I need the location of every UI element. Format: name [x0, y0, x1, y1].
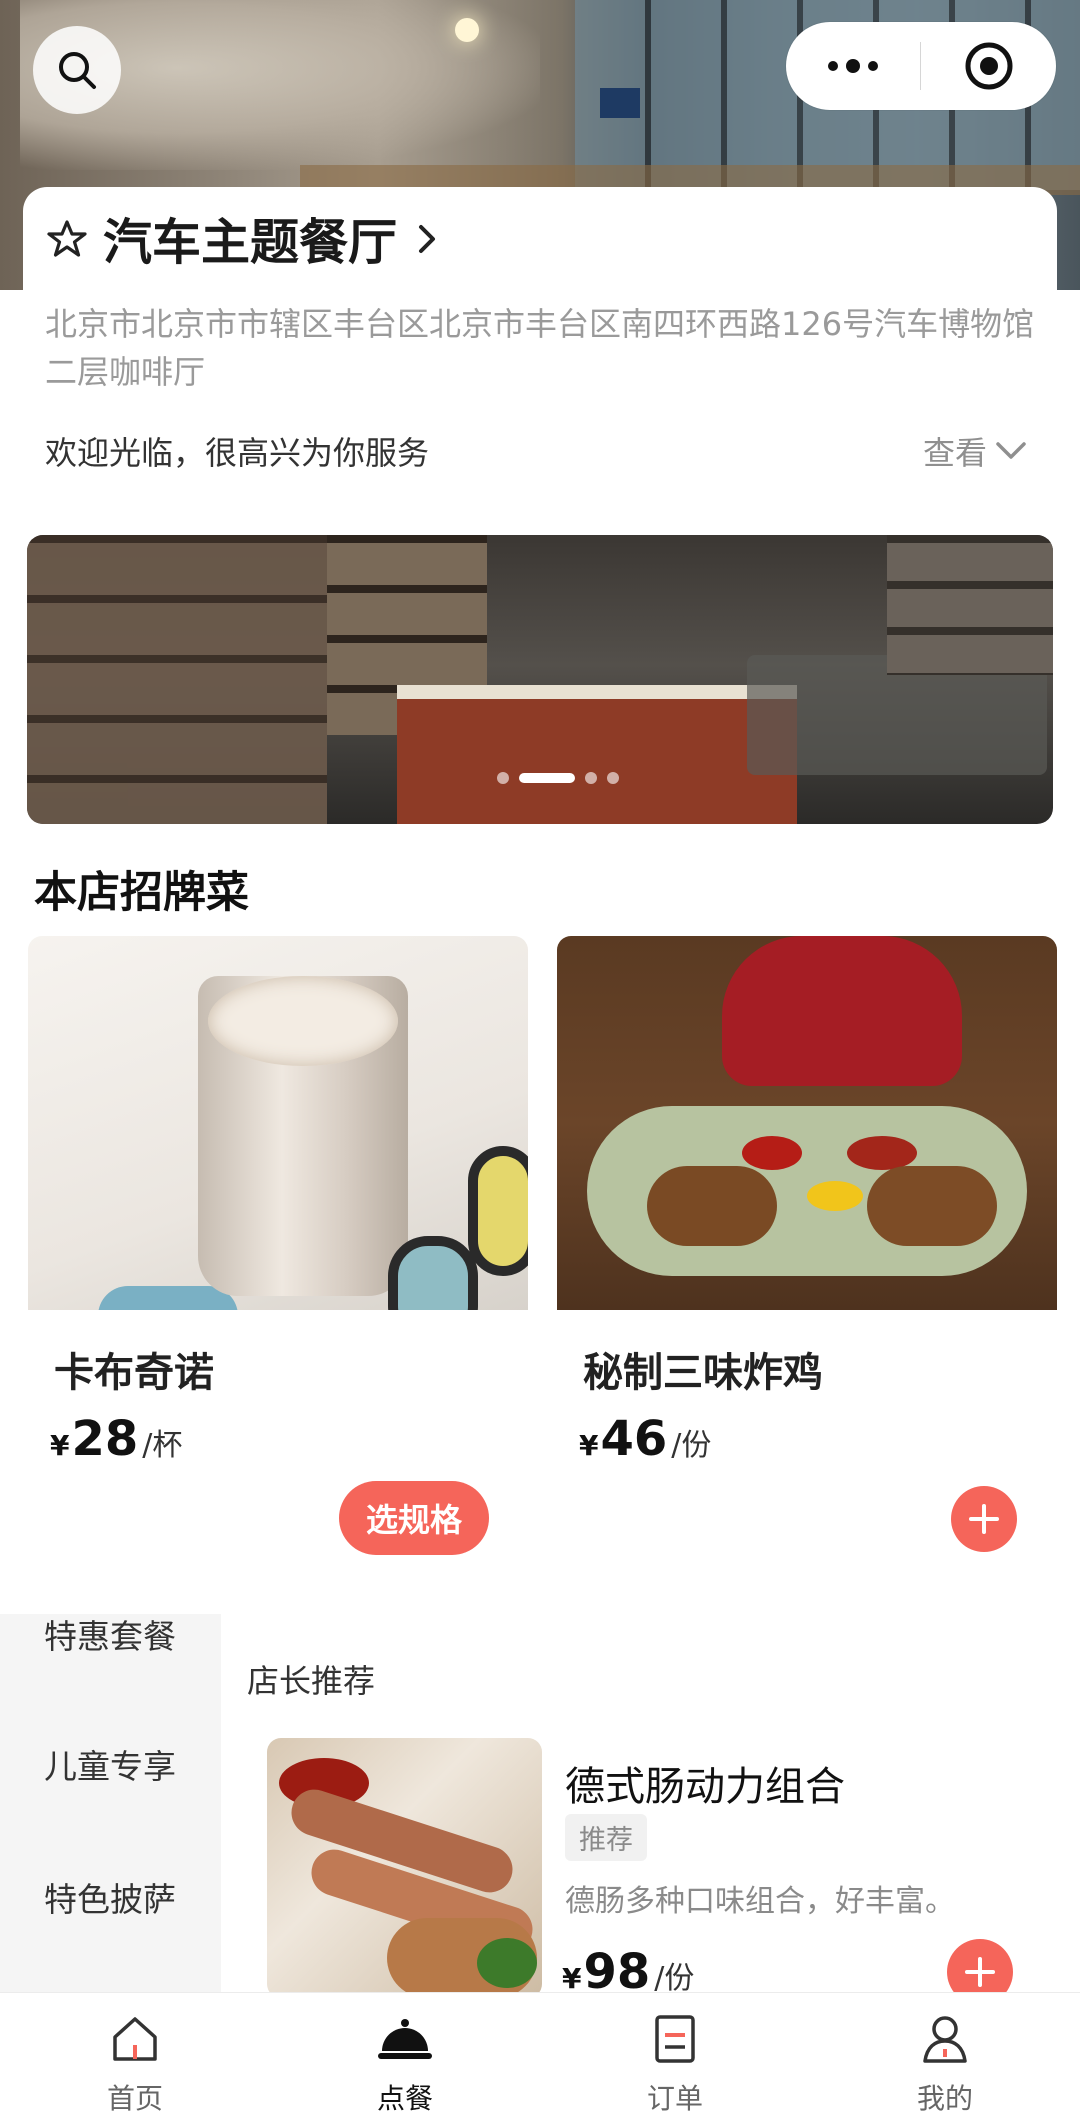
chevron-down-icon: [996, 442, 1026, 459]
close-mini-program-button[interactable]: [921, 22, 1056, 110]
plus-icon: [969, 1504, 999, 1534]
tab-order-food[interactable]: 点餐: [270, 1993, 540, 2123]
promo-banner-carousel[interactable]: [27, 535, 1053, 824]
fried-chicken-image: [557, 936, 1057, 1310]
window-sign: [600, 88, 640, 118]
search-icon: [59, 52, 96, 89]
more-dots-icon: [828, 59, 878, 73]
carousel-dot[interactable]: [607, 772, 619, 784]
home-icon: [113, 2017, 157, 2061]
store-name: 汽车主题餐厅: [103, 214, 398, 271]
star-icon[interactable]: [47, 219, 87, 259]
category-item[interactable]: 特惠套餐: [44, 1614, 176, 1658]
dining-cloche-icon: [378, 2019, 432, 2059]
cappuccino-image: [28, 936, 528, 1310]
store-header-card[interactable]: 汽车主题餐厅: [23, 187, 1057, 290]
dish-name: 卡布奇诺: [54, 1350, 214, 1396]
dish-name: 秘制三味炸鸡: [583, 1350, 823, 1396]
bookshelf-right: [887, 535, 1053, 675]
price-unit: /份: [654, 1961, 695, 1992]
tab-orders[interactable]: 订单: [540, 1993, 810, 2123]
category-item[interactable]: 特色披萨: [44, 1873, 176, 1921]
ceiling-lamp: [455, 18, 479, 42]
menu-section-title: 店长推荐: [247, 1662, 376, 1700]
carousel-dot[interactable]: [585, 772, 597, 784]
price-value: 46: [600, 1411, 668, 1467]
select-spec-button[interactable]: 选规格: [339, 1481, 489, 1555]
bottom-tab-bar: 首页 点餐 订单 我的: [0, 1992, 1080, 2123]
recommend-tag: 推荐: [565, 1814, 647, 1861]
chevron-right-icon: [419, 224, 436, 253]
view-more-button[interactable]: 查看: [923, 428, 1027, 474]
menu-section: 特惠套餐 儿童专享 特色披萨 店长推荐 德式肠动力组合 推荐 德肠多种口味组合，…: [0, 1614, 1080, 1992]
dish-price: ¥ 28 /杯: [50, 1411, 182, 1467]
menu-item-name[interactable]: 德式肠动力组合: [565, 1754, 845, 1812]
category-item[interactable]: 儿童专享: [44, 1740, 176, 1788]
tab-label: 点餐: [376, 2082, 433, 2115]
signature-dish-card[interactable]: 秘制三味炸鸡 ¥ 46 /份: [557, 936, 1057, 1576]
plus-icon: [965, 1957, 995, 1987]
currency-symbol: ¥: [562, 1962, 582, 1992]
dish-price: ¥ 46 /份: [579, 1411, 711, 1467]
tab-label: 我的: [916, 2082, 973, 2115]
currency-symbol: ¥: [50, 1429, 70, 1462]
welcome-message: 欢迎光临，很高兴为你服务: [45, 434, 430, 472]
price-unit: /份: [671, 1428, 712, 1463]
signature-section-title: 本店招牌菜: [34, 868, 249, 918]
sausage-combo-image: [267, 1738, 542, 1992]
menu-item-description: 德肠多种口味组合，好丰富。: [565, 1884, 955, 1919]
more-menu-button[interactable]: [786, 22, 920, 110]
search-button[interactable]: [33, 26, 121, 114]
view-more-label: 查看: [922, 434, 987, 472]
price-value: 98: [583, 1944, 651, 1992]
signature-dish-card[interactable]: 卡布奇诺 ¥ 28 /杯 选规格: [28, 936, 528, 1576]
carousel-dot-active[interactable]: [519, 773, 575, 783]
target-icon: [965, 42, 1012, 90]
mini-program-capsule: [786, 22, 1056, 110]
price-value: 28: [71, 1411, 139, 1467]
tab-label: 订单: [646, 2082, 703, 2115]
category-sidebar: 特惠套餐 儿童专享 特色披萨: [0, 1614, 221, 1992]
carousel-dot[interactable]: [497, 772, 509, 784]
tab-label: 首页: [106, 2082, 163, 2115]
user-icon: [923, 2016, 967, 2063]
add-to-cart-button[interactable]: [951, 1486, 1017, 1552]
add-to-cart-button[interactable]: [947, 1939, 1013, 1992]
price-unit: /杯: [142, 1428, 183, 1463]
currency-symbol: ¥: [579, 1429, 599, 1462]
bookshelf-left: [27, 535, 327, 824]
store-address: 北京市北京市市辖区丰台区北京市丰台区南四环西路126号汽车博物馆二层咖啡厅: [45, 305, 1035, 391]
order-list-icon: [655, 2015, 695, 2063]
carousel-indicator: [497, 772, 619, 784]
display-table: [397, 685, 797, 824]
menu-item-price: ¥ 98 /份: [562, 1944, 694, 1992]
tab-profile[interactable]: 我的: [810, 1993, 1080, 2123]
tab-home[interactable]: 首页: [0, 1993, 270, 2123]
